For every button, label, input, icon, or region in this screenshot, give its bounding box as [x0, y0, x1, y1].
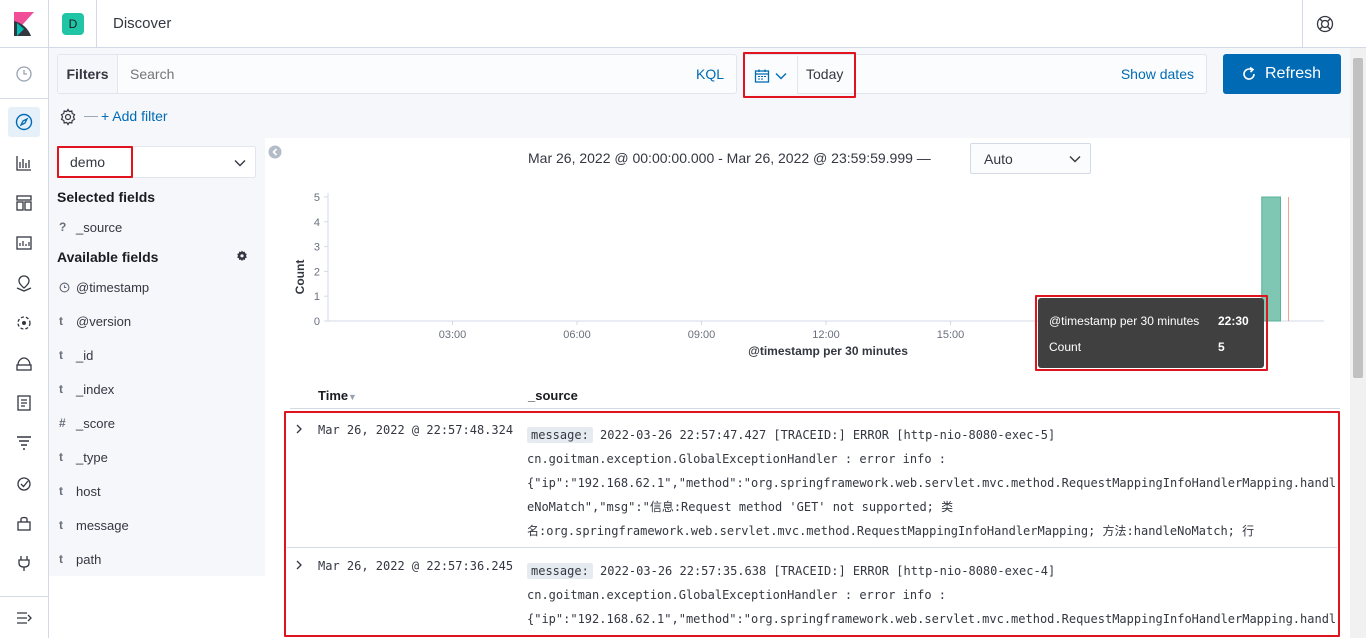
clock-icon: [59, 282, 70, 293]
field-name: @timestamp: [76, 280, 150, 295]
x-axis-title: @timestamp per 30 minutes: [748, 344, 908, 358]
scrollbar[interactable]: [1350, 48, 1366, 638]
security-icon[interactable]: [14, 513, 34, 533]
field-item[interactable]: t host: [57, 484, 257, 504]
show-dates-button[interactable]: Show dates: [1121, 66, 1194, 82]
gear-icon[interactable]: [59, 108, 77, 126]
maps-icon[interactable]: [14, 273, 34, 293]
field-item[interactable]: @timestamp: [57, 280, 257, 300]
y-tick-label: 3: [314, 242, 320, 254]
logs-icon[interactable]: [14, 393, 34, 413]
x-tick-label: 09:00: [688, 329, 716, 341]
infrastructure-icon[interactable]: [14, 353, 34, 373]
interval-select[interactable]: Auto: [970, 143, 1091, 174]
page-title: Discover: [113, 15, 172, 32]
search-bar: Filters KQL: [57, 54, 737, 94]
help-icon[interactable]: [1316, 15, 1334, 33]
clock-icon[interactable]: [14, 64, 34, 84]
visualize-icon[interactable]: [14, 153, 34, 173]
field-name: _id: [76, 348, 94, 363]
ml-icon[interactable]: [14, 313, 34, 333]
sort-icon[interactable]: ▼: [348, 392, 357, 402]
field-item[interactable]: t path: [57, 552, 257, 572]
y-axis: 0 1 2 3 4 5: [314, 192, 329, 328]
selected-fields-title: Selected fields: [57, 189, 156, 205]
y-tick-label: 1: [314, 291, 320, 303]
available-fields-title: Available fields: [57, 249, 159, 265]
highlight-box: [1035, 295, 1268, 371]
header-divider: [96, 0, 97, 48]
interval-label: Auto: [984, 151, 1013, 167]
collapse-nav-icon[interactable]: [14, 608, 34, 628]
highlight-box: [743, 52, 856, 98]
collapse-sidebar-icon[interactable]: [268, 145, 282, 159]
field-type-string: t: [59, 552, 63, 566]
x-tick-label: 12:00: [812, 329, 840, 341]
column-header-source: _source: [528, 388, 578, 403]
y-tick-label: 4: [314, 217, 320, 229]
devtools-icon[interactable]: [14, 553, 34, 573]
x-tick-label: 15:00: [937, 329, 965, 341]
time-range-label: Mar 26, 2022 @ 00:00:00.000 - Mar 26, 20…: [528, 150, 931, 166]
space-avatar[interactable]: D: [62, 13, 84, 35]
field-item[interactable]: t _type: [57, 450, 257, 470]
add-filter-button[interactable]: + Add filter: [101, 108, 168, 124]
dashboard-icon[interactable]: [14, 193, 34, 213]
y-axis-title: Count: [293, 260, 307, 295]
uptime-icon[interactable]: [14, 473, 34, 493]
chevron-down-icon: [1069, 156, 1081, 163]
field-item[interactable]: t _id: [57, 348, 257, 368]
field-name: _score: [76, 416, 116, 431]
field-type-string: t: [59, 314, 63, 328]
field-type-string: t: [59, 450, 63, 464]
field-item[interactable]: # _score: [57, 416, 257, 436]
filter-separator: —: [84, 107, 98, 123]
y-tick-label: 2: [314, 266, 320, 278]
nav-divider: [0, 98, 48, 99]
field-item[interactable]: ? _source: [57, 220, 257, 240]
field-name: host: [76, 484, 101, 499]
y-tick-label: 5: [314, 192, 320, 204]
kibana-logo-icon[interactable]: [14, 12, 34, 36]
field-item[interactable]: t @version: [57, 314, 257, 334]
refresh-icon: [1243, 66, 1255, 80]
header-divider: [48, 0, 49, 48]
gear-icon[interactable]: [236, 250, 248, 262]
scrollbar-thumb[interactable]: [1353, 58, 1363, 378]
field-type-string: t: [59, 484, 63, 498]
compass-icon[interactable]: [14, 112, 34, 132]
field-name: _source: [76, 220, 123, 235]
search-input[interactable]: [130, 66, 630, 82]
field-type-string: t: [59, 348, 63, 362]
apm-icon[interactable]: [14, 433, 34, 453]
column-header-time[interactable]: Time: [318, 388, 348, 403]
field-item[interactable]: t _index: [57, 382, 257, 402]
chevron-down-icon: [234, 160, 246, 167]
field-name: _type: [76, 450, 108, 465]
filters-button[interactable]: Filters: [58, 55, 118, 93]
field-type-number: #: [59, 416, 66, 430]
header-divider: [1302, 0, 1303, 48]
x-tick-label: 03:00: [439, 329, 467, 341]
table-divider: [290, 408, 1340, 409]
kql-button[interactable]: KQL: [696, 66, 724, 82]
field-name: _index: [76, 382, 115, 397]
nav-divider: [0, 596, 48, 597]
side-nav: [0, 48, 49, 638]
y-tick-label: 0: [314, 316, 320, 328]
x-tick-label: 06:00: [563, 329, 591, 341]
canvas-icon[interactable]: [14, 233, 34, 253]
field-type-string: t: [59, 382, 63, 396]
refresh-button[interactable]: Refresh: [1223, 54, 1341, 94]
field-name: path: [76, 552, 102, 567]
field-type-unknown: ?: [59, 220, 67, 234]
highlight-box: [57, 146, 133, 178]
field-item[interactable]: t message: [57, 518, 257, 538]
field-type-string: t: [59, 518, 63, 532]
refresh-label: Refresh: [1265, 65, 1322, 82]
highlight-box: [284, 411, 1340, 637]
field-name: @version: [76, 314, 132, 329]
field-name: message: [76, 518, 129, 533]
top-header: D Discover: [0, 0, 1366, 48]
